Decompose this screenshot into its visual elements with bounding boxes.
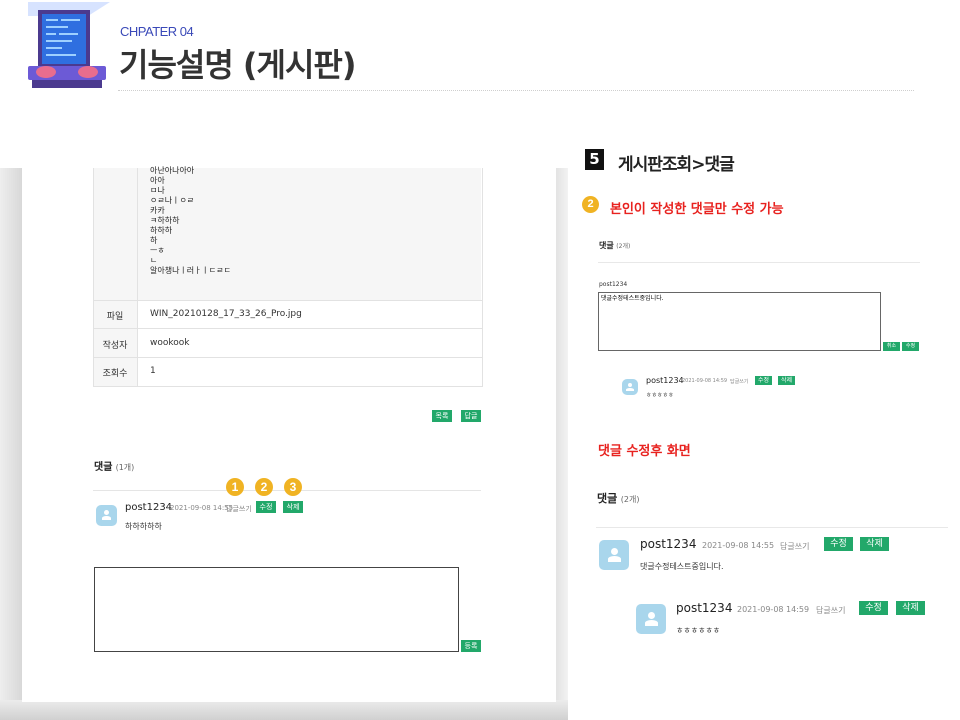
comment-text: 하하하하하 xyxy=(125,522,162,531)
content-line: ㄴ xyxy=(150,256,158,265)
comments-heading: 댓글 (1개) xyxy=(94,458,134,473)
comment-author: post1234 xyxy=(125,502,173,513)
edit-submit-button[interactable]: 수정 xyxy=(902,342,919,351)
comments-count: (2개) xyxy=(616,243,631,250)
comment-text: 댓글수정테스트중입니다. xyxy=(640,562,724,571)
section-title: 게시판조회>댓글 xyxy=(618,155,735,175)
comment-input[interactable] xyxy=(94,567,459,652)
author-label: 작성자 xyxy=(102,341,128,351)
reply-write-link[interactable]: 답글쓰기 xyxy=(730,378,748,385)
table-divider xyxy=(93,300,482,301)
reply-author: post1234 xyxy=(646,376,684,385)
comments-divider xyxy=(598,262,920,263)
header-divider xyxy=(118,90,914,91)
comment-edit-button[interactable]: 수정 xyxy=(824,537,853,551)
page-title: 기능설명 (게시판) xyxy=(119,46,356,84)
reply-delete-button[interactable]: 삭제 xyxy=(778,376,795,385)
comment-author: post1234 xyxy=(640,537,697,551)
file-label: 파일 xyxy=(106,312,124,322)
author-value: wookook xyxy=(150,338,190,348)
comments-count: (2개) xyxy=(620,495,640,504)
content-line: ㅋ하하하 xyxy=(150,216,180,225)
content-line: 알아챙나ㅣ러ㅏㅣㄷㄹㄷ xyxy=(150,266,231,275)
reply-edit-button[interactable]: 수정 xyxy=(859,601,888,615)
reply-author: post1234 xyxy=(676,601,733,615)
edit-comments-heading: 댓글 (2개) xyxy=(599,240,630,251)
content-line: ㅡㅎ xyxy=(150,246,165,255)
table-divider xyxy=(93,357,482,358)
edit-author: post1234 xyxy=(599,281,628,288)
comment-date: 2021-09-08 14:55 xyxy=(702,541,775,550)
panel-shadow-right xyxy=(556,168,568,720)
after-comments-heading: 댓글 (2개) xyxy=(597,490,639,506)
edit-rule-note: 본인이 작성한 댓글만 수정 가능 xyxy=(610,202,784,217)
laptop-coding-illustration xyxy=(28,2,110,88)
reply-edit-button[interactable]: 수정 xyxy=(755,376,772,385)
reply-write-link[interactable]: 답글쓰기 xyxy=(816,605,845,616)
badge-number: 2 xyxy=(255,478,273,496)
comments-title: 댓글 xyxy=(597,492,618,505)
avatar xyxy=(599,540,629,570)
avatar xyxy=(622,379,638,395)
chapter-label: CHPATER 04 xyxy=(120,24,194,39)
content-line: 하하하 xyxy=(150,226,173,235)
views-value: 1 xyxy=(150,366,156,376)
content-line: 카카 xyxy=(150,206,165,215)
comments-divider xyxy=(596,527,948,528)
content-line: ㅁ나 xyxy=(150,186,165,195)
panel-shadow-left xyxy=(0,168,22,720)
reply-write-link[interactable]: 답글쓰기 xyxy=(780,541,809,552)
comment-date: 2021-09-08 14:55 xyxy=(170,504,234,512)
comments-title: 댓글 xyxy=(94,462,113,473)
comment-delete-button[interactable]: 삭제 xyxy=(283,501,303,513)
after-edit-heading: 댓글 수정후 화면 xyxy=(598,444,691,459)
panel-shadow-bottom xyxy=(0,700,568,720)
note-number-badge: 2 xyxy=(582,196,599,213)
file-link[interactable]: WIN_20210128_17_33_26_Pro.jpg xyxy=(150,309,302,319)
reply-text: ㅎㅎㅎㅎㅎ xyxy=(646,392,674,399)
reply-date: 2021-09-08 14:59 xyxy=(737,605,810,614)
table-divider xyxy=(93,328,482,329)
avatar xyxy=(96,505,117,526)
reply-date: 2021-09-08 14:59 xyxy=(682,378,728,384)
cancel-button[interactable]: 취소 xyxy=(883,342,900,351)
views-label: 조회수 xyxy=(102,369,128,379)
comments-title: 댓글 xyxy=(599,241,614,250)
avatar xyxy=(636,604,666,634)
step-number-badge: 5 xyxy=(585,149,604,170)
reply-text: ㅎㅎㅎㅎㅎㅎ xyxy=(676,626,721,635)
comment-delete-button[interactable]: 삭제 xyxy=(860,537,889,551)
content-line: 하 xyxy=(150,236,158,245)
comments-count: (1개) xyxy=(115,463,135,472)
content-line: 아아 xyxy=(150,176,165,185)
reply-write-link[interactable]: 답글쓰기 xyxy=(226,504,252,514)
reply-delete-button[interactable]: 삭제 xyxy=(896,601,925,615)
reply-button[interactable]: 답글 xyxy=(461,410,481,422)
content-line: ㅇㄹ나ㅣㅇㄹ xyxy=(150,196,195,205)
comment-edit-button[interactable]: 수정 xyxy=(256,501,276,513)
edit-comment-textarea[interactable]: 댓글수정테스트중입니다. xyxy=(598,292,881,351)
badge-number: 3 xyxy=(284,478,302,496)
register-button[interactable]: 등록 xyxy=(461,640,481,652)
list-button[interactable]: 목록 xyxy=(432,410,452,422)
content-line: 아난아나아아 xyxy=(150,166,195,175)
badge-number: 1 xyxy=(226,478,244,496)
